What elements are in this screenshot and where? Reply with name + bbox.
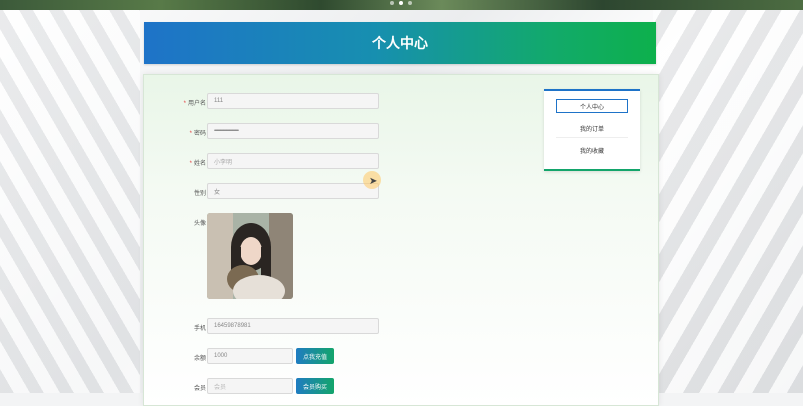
required-mark: * — [189, 161, 192, 167]
carousel-dot[interactable] — [390, 1, 394, 5]
required-mark: * — [183, 101, 186, 107]
page-title: 个人中心 — [144, 22, 656, 64]
required-mark: * — [189, 131, 192, 137]
profile-panel: * 用户名 111 * 密码 •••••••••••••••••••••••••••… — [143, 74, 659, 406]
recharge-button[interactable]: 点我充值 — [296, 348, 334, 364]
username-label: * 用户名 — [183, 101, 206, 107]
phone-label: 手机 — [193, 326, 206, 332]
avatar-label: 头像 — [193, 221, 206, 227]
gender-value: 女 — [214, 189, 221, 196]
carousel-dots[interactable] — [390, 1, 412, 5]
password-field[interactable]: •••••••••••••••••••••••••••••••• — [207, 123, 379, 139]
gender-label: 性别 — [193, 191, 206, 197]
balance-field[interactable]: 1000 — [207, 348, 293, 364]
balance-value: 1000 — [214, 353, 228, 359]
member-purchase-button[interactable]: 会员购买 — [296, 378, 334, 394]
phone-value: 16459878981 — [214, 323, 251, 329]
username-value: 111 — [214, 98, 224, 104]
gender-select[interactable]: 女 — [207, 183, 379, 199]
sidebar-divider — [556, 137, 628, 138]
username-field[interactable]: 111 — [207, 93, 379, 109]
sidebar-item-favorites[interactable]: 我的收藏 — [556, 143, 628, 157]
balance-label: 余额 — [193, 356, 206, 362]
member-field[interactable]: 会员 — [207, 378, 293, 394]
member-label: 会员 — [193, 386, 206, 392]
user-sidebar: 个人中心 我的订单 我的收藏 — [544, 89, 640, 171]
avatar-image[interactable] — [207, 213, 293, 299]
avatar-photo-icon — [207, 213, 293, 299]
name-field[interactable]: 小李明 — [207, 153, 379, 169]
carousel-dot-active[interactable] — [399, 1, 403, 5]
sidebar-item-profile[interactable]: 个人中心 — [556, 99, 628, 113]
password-value: •••••••••••••••••••••••••••••••• — [214, 128, 239, 134]
banner-strip — [0, 0, 803, 10]
phone-field[interactable]: 16459878981 — [207, 318, 379, 334]
member-placeholder: 会员 — [214, 384, 227, 391]
mouse-cursor-icon: ➤ — [369, 176, 378, 187]
password-label: * 密码 — [189, 131, 206, 137]
carousel-dot[interactable] — [408, 1, 412, 5]
name-label: * 姓名 — [189, 161, 206, 167]
sidebar-item-orders[interactable]: 我的订单 — [556, 121, 628, 135]
name-placeholder: 小李明 — [214, 159, 233, 166]
